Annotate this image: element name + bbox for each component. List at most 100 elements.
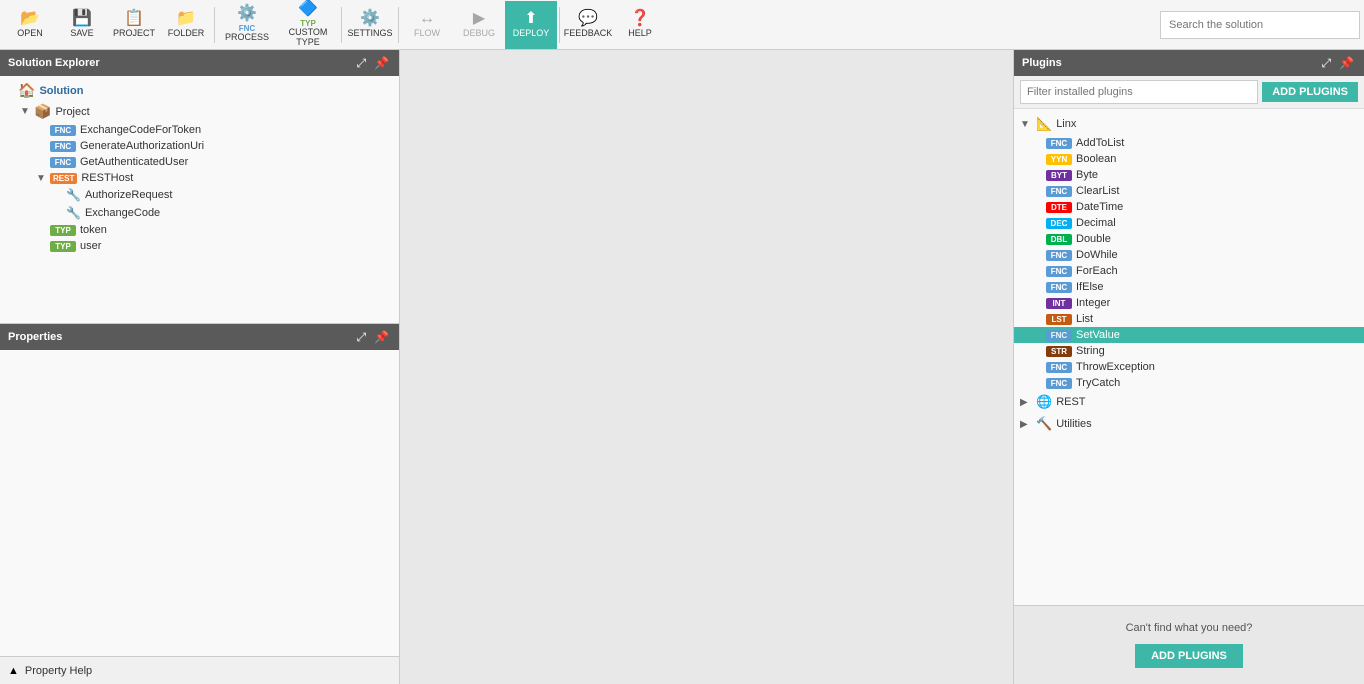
tree-item-solution[interactable]: 🏠 Solution (0, 80, 399, 101)
solution-explorer-pin-icon[interactable]: 📌 (372, 56, 391, 71)
property-help-label: Property Help (25, 665, 92, 677)
project-label: Project (55, 106, 89, 118)
tree-item-exchange-code[interactable]: FNC ExchangeCodeForToken (0, 122, 399, 138)
tree-item-project[interactable]: ▼ 📦 Project (0, 101, 399, 122)
tree-item-rest-host[interactable]: ▼ REST RESTHost (0, 170, 399, 186)
set-value-label: SetValue (1076, 329, 1120, 341)
open-button[interactable]: 📂 OPEN (4, 1, 56, 49)
property-help[interactable]: ▲ Property Help (0, 656, 399, 684)
feedback-icon: 💬 (578, 11, 598, 27)
user-label: user (80, 240, 101, 252)
plugin-item-do-while[interactable]: FNC DoWhile (1014, 247, 1364, 263)
search-wrap (1160, 11, 1360, 39)
plugin-item-decimal[interactable]: DEC Decimal (1014, 215, 1364, 231)
boolean-badge: YYN (1046, 154, 1072, 165)
solution-explorer: Solution Explorer ⤢ 📌 🏠 Solution ▼ 📦 (0, 50, 399, 324)
settings-button[interactable]: ⚙️ SETTINGS (344, 1, 396, 49)
plugin-group-utilities: ▶ 🔨 Utilities (1014, 413, 1364, 435)
tree-item-authorize-request[interactable]: 🔧 AuthorizeRequest (0, 186, 399, 204)
gen-auth-badge: FNC (50, 141, 76, 152)
token-label: token (80, 224, 107, 236)
properties-expand-icon[interactable]: ⤢ (354, 330, 368, 345)
tree-item-user[interactable]: TYP user (0, 238, 399, 254)
plugin-item-try-catch[interactable]: FNC TryCatch (1014, 375, 1364, 391)
plugin-item-list[interactable]: LST List (1014, 311, 1364, 327)
tree-item-token[interactable]: TYP token (0, 222, 399, 238)
properties-panel: Properties ⤢ 📌 ▲ Property Help (0, 324, 399, 684)
plugin-item-if-else[interactable]: FNC IfElse (1014, 279, 1364, 295)
custom-type-button[interactable]: 🔷 TYP CUSTOMTYPE (277, 1, 339, 49)
if-else-label: IfElse (1076, 281, 1104, 293)
custom-type-icon: 🔷 (298, 1, 318, 17)
rest-host-arrow: ▼ (36, 173, 50, 184)
help-button[interactable]: ❓ HELP (614, 1, 666, 49)
for-each-badge: FNC (1046, 266, 1072, 277)
process-button[interactable]: ⚙️ FNC PROCESS (217, 1, 277, 49)
datetime-badge: DTE (1046, 202, 1072, 213)
tree-item-get-auth-user[interactable]: FNC GetAuthenticatedUser (0, 154, 399, 170)
linx-arrow: ▼ (1020, 119, 1034, 130)
project-button[interactable]: 📋 PROJECT (108, 1, 160, 49)
token-badge: TYP (50, 225, 76, 236)
get-auth-user-badge: FNC (50, 157, 76, 168)
plugins-pin-icon[interactable]: 📌 (1337, 56, 1356, 71)
feedback-button[interactable]: 💬 FEEDBACK (562, 1, 614, 49)
plugin-item-integer[interactable]: INT Integer (1014, 295, 1364, 311)
properties-pin-icon[interactable]: 📌 (372, 330, 391, 345)
add-to-list-label: AddToList (1076, 137, 1124, 149)
rest-label: REST (1056, 396, 1085, 408)
linx-icon: 📐 (1036, 116, 1052, 132)
auth-req-icon: 🔧 (66, 188, 81, 202)
deploy-label: DEPLOY (513, 29, 550, 39)
throw-exception-badge: FNC (1046, 362, 1072, 373)
plugin-item-add-to-list[interactable]: FNC AddToList (1014, 135, 1364, 151)
properties-header: Properties ⤢ 📌 (0, 324, 399, 350)
plugins-title: Plugins (1022, 57, 1062, 69)
plugin-item-throw-exception[interactable]: FNC ThrowException (1014, 359, 1364, 375)
plugin-group-linx-header[interactable]: ▼ 📐 Linx (1014, 113, 1364, 135)
debug-label: DEBUG (463, 29, 495, 39)
byte-label: Byte (1076, 169, 1098, 181)
folder-button[interactable]: 📁 FOLDER (160, 1, 212, 49)
toolbar: 📂 OPEN 💾 SAVE 📋 PROJECT 📁 FOLDER ⚙️ FNC … (0, 0, 1364, 50)
utilities-icon: 🔨 (1036, 416, 1052, 432)
tree-item-exchange-code-2[interactable]: 🔧 ExchangeCode (0, 204, 399, 222)
plugin-item-double[interactable]: DBL Double (1014, 231, 1364, 247)
rest-host-label: RESTHost (81, 172, 133, 184)
flow-button[interactable]: ↔ FLOW (401, 1, 453, 49)
solution-explorer-expand-icon[interactable]: ⤢ (354, 56, 368, 71)
utilities-label: Utilities (1056, 418, 1091, 430)
plugin-item-string[interactable]: STR String (1014, 343, 1364, 359)
plugins-expand-icon[interactable]: ⤢ (1319, 56, 1333, 71)
plugin-group-rest: ▶ 🌐 REST (1014, 391, 1364, 413)
add-plugins-bottom-button[interactable]: ADD PLUGINS (1135, 644, 1243, 668)
integer-label: Integer (1076, 297, 1110, 309)
plugin-group-linx: ▼ 📐 Linx FNC AddToList YYN Boolean BYT B… (1014, 113, 1364, 391)
center-area (400, 50, 1014, 684)
deploy-button[interactable]: ⬆ DEPLOY (505, 1, 557, 49)
plugin-item-byte[interactable]: BYT Byte (1014, 167, 1364, 183)
add-plugins-button[interactable]: ADD PLUGINS (1262, 82, 1358, 102)
solution-explorer-header: Solution Explorer ⤢ 📌 (0, 50, 399, 76)
help-icon: ❓ (630, 11, 650, 27)
plugin-item-set-value[interactable]: FNC SetValue (1014, 327, 1364, 343)
help-label: HELP (628, 29, 652, 39)
plugin-item-clear-list[interactable]: FNC ClearList (1014, 183, 1364, 199)
exchange-code-label: ExchangeCodeForToken (80, 124, 201, 136)
plugin-group-rest-header[interactable]: ▶ 🌐 REST (1014, 391, 1364, 413)
debug-button[interactable]: ▶ DEBUG (453, 1, 505, 49)
tree-item-generate-auth[interactable]: FNC GenerateAuthorizationUri (0, 138, 399, 154)
plugin-item-datetime[interactable]: DTE DateTime (1014, 199, 1364, 215)
decimal-label: Decimal (1076, 217, 1116, 229)
plugin-item-boolean[interactable]: YYN Boolean (1014, 151, 1364, 167)
plugin-item-for-each[interactable]: FNC ForEach (1014, 263, 1364, 279)
search-input[interactable] (1160, 11, 1360, 39)
flow-label: FLOW (414, 29, 440, 39)
plugins-filter-input[interactable] (1020, 80, 1258, 104)
plugin-group-utilities-header[interactable]: ▶ 🔨 Utilities (1014, 413, 1364, 435)
toolbar-separator-2 (341, 7, 342, 43)
debug-icon: ▶ (473, 11, 485, 27)
project-icon: 📦 (34, 103, 51, 120)
datetime-label: DateTime (1076, 201, 1123, 213)
save-button[interactable]: 💾 SAVE (56, 1, 108, 49)
